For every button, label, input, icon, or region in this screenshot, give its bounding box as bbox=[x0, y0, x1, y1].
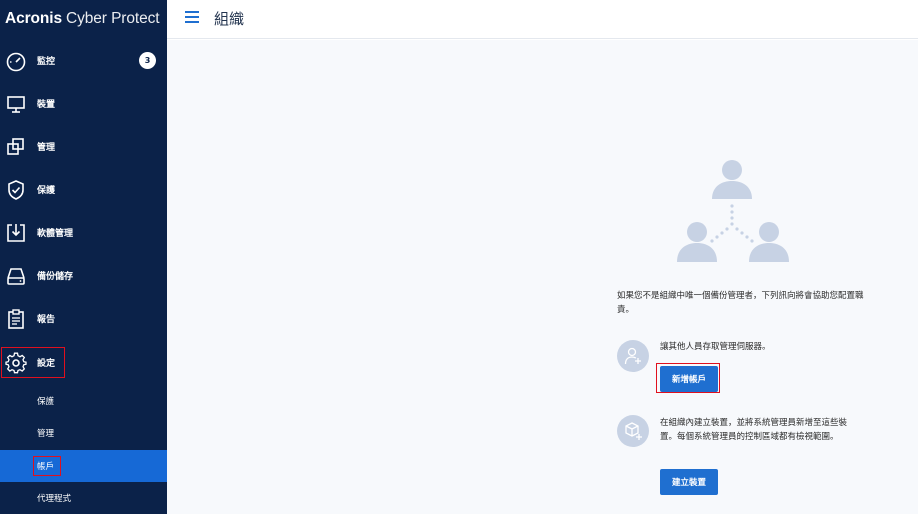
create-unit-button[interactable]: 建立裝置 bbox=[660, 469, 718, 495]
hamburger-menu-icon[interactable] bbox=[185, 11, 199, 25]
sidebar-item-settings[interactable]: 設定 bbox=[0, 341, 167, 384]
sidebar-item-label: 保護 bbox=[37, 186, 56, 196]
brand-logo: Acronis Cyber Protect bbox=[5, 10, 160, 27]
add-unit-cube-icon bbox=[625, 422, 642, 440]
sidebar-item-protection[interactable]: 保護 bbox=[0, 168, 167, 211]
monitor-icon bbox=[7, 95, 25, 113]
report-icon bbox=[8, 308, 24, 329]
sidebar-item-label: 軟體管理 bbox=[37, 229, 74, 239]
add-user-icon bbox=[624, 347, 641, 365]
sidebar-item-reports[interactable]: 報告 bbox=[0, 297, 167, 340]
sidebar-item-monitoring[interactable]: 監控 3 bbox=[0, 39, 167, 82]
sidebar-item-devices[interactable]: 裝置 bbox=[0, 82, 167, 125]
sidebar: Acronis Cyber Protect 監控 3 裝置 管理 保護 軟體管理… bbox=[0, 0, 167, 514]
top-header: 組織 bbox=[167, 0, 918, 39]
intro-text: 如果您不是組織中唯一個備份管理者，下列訊向將會協助您配置職責。 bbox=[617, 291, 864, 315]
create-unit-step-icon bbox=[617, 415, 649, 447]
sidebar-item-backup-storage[interactable]: 備份儲存 bbox=[0, 254, 167, 297]
alert-count-badge: 3 bbox=[139, 52, 156, 69]
create-unit-description: 在組織內建立裝置，並將系統管理員新增至這些裝置。每個系統管理員的控制區域都有檢視… bbox=[660, 418, 848, 442]
sidebar-item-management[interactable]: 管理 bbox=[0, 125, 167, 168]
subnav-agents[interactable]: 代理程式 bbox=[0, 482, 167, 514]
add-user-step-icon bbox=[617, 340, 649, 372]
sidebar-item-label: 設定 bbox=[37, 359, 56, 369]
manage-icon bbox=[7, 137, 24, 155]
add-account-button[interactable]: 新增帳戶 bbox=[660, 366, 718, 392]
add-account-description: 讓其他人員存取管理伺服器。 bbox=[660, 342, 771, 352]
shield-icon bbox=[8, 179, 24, 200]
gear-icon bbox=[5, 352, 27, 373]
sidebar-item-label: 管理 bbox=[37, 143, 56, 153]
gauge-icon bbox=[6, 52, 26, 71]
sidebar-item-label: 報告 bbox=[37, 315, 56, 325]
page-title: 組織 bbox=[214, 10, 245, 28]
software-icon bbox=[7, 223, 25, 242]
subnav-management[interactable]: 管理 bbox=[0, 417, 167, 449]
subnav-protection[interactable]: 保護 bbox=[0, 385, 167, 417]
storage-icon bbox=[7, 267, 25, 285]
sidebar-item-software[interactable]: 軟體管理 bbox=[0, 211, 167, 254]
sidebar-item-label: 監控 bbox=[37, 57, 56, 67]
sidebar-item-label: 備份儲存 bbox=[37, 272, 74, 282]
subnav-accounts[interactable]: 帳戶 bbox=[0, 450, 167, 482]
organization-hierarchy-icon bbox=[677, 160, 789, 262]
sidebar-item-label: 裝置 bbox=[37, 100, 56, 110]
